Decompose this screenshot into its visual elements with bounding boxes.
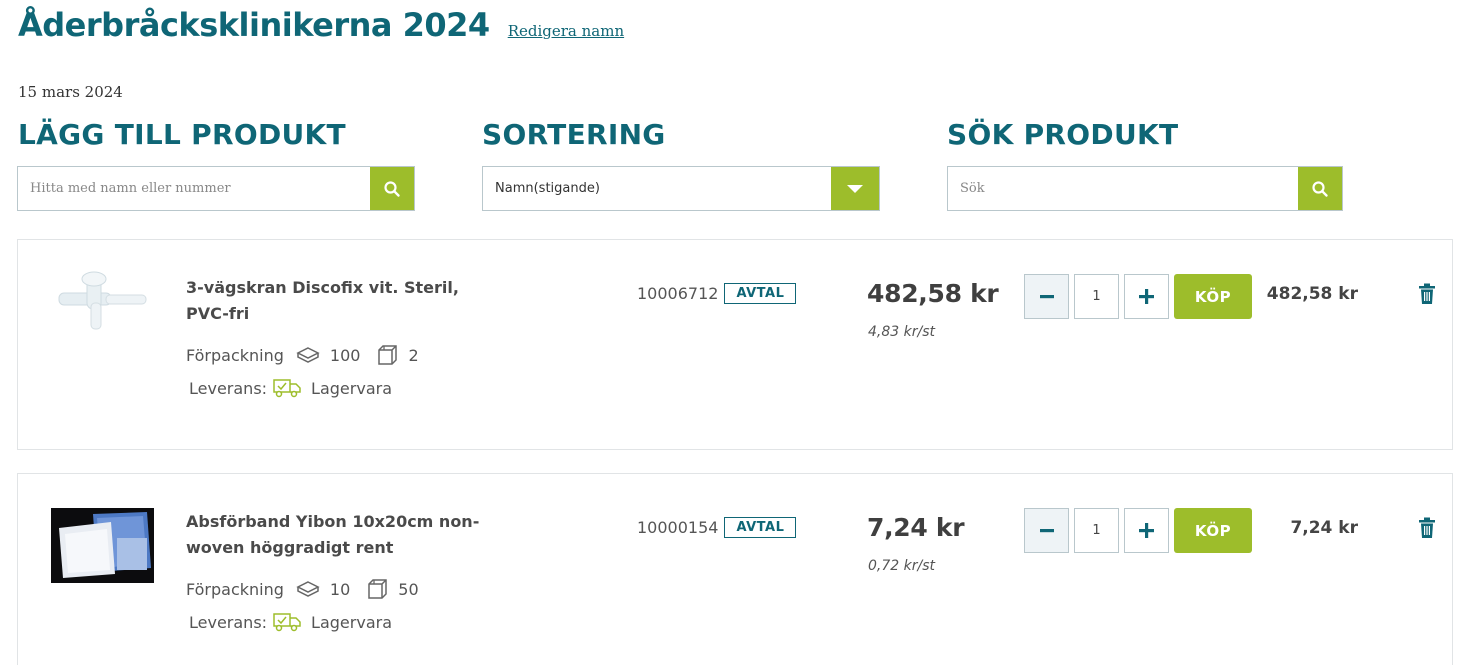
product-card: Absförband Yibon 10x20cm non-woven höggr… bbox=[17, 473, 1453, 665]
buy-button[interactable]: KÖP bbox=[1174, 274, 1252, 319]
product-image-stopcock bbox=[51, 265, 154, 340]
quantity-input[interactable] bbox=[1074, 274, 1119, 319]
packaging-info: Förpackning 100 2 bbox=[186, 344, 419, 366]
add-product-heading: LÄGG TILL PRODUKT bbox=[18, 118, 346, 151]
delivery-status: Lagervara bbox=[311, 612, 392, 632]
unit-price: 0,72 kr/st bbox=[868, 558, 935, 574]
minus-icon bbox=[1039, 294, 1054, 298]
edit-name-link[interactable]: Redigera namn bbox=[508, 22, 624, 40]
sorting-dropdown-button[interactable] bbox=[831, 167, 879, 210]
delivery-info: Leverans: Lagervara bbox=[189, 377, 392, 399]
pack-quantity: 100 bbox=[329, 345, 361, 365]
increase-quantity-button[interactable] bbox=[1124, 508, 1169, 553]
product-name[interactable]: Absförband Yibon 10x20cm non-woven höggr… bbox=[186, 509, 486, 561]
box-icon bbox=[376, 344, 398, 366]
plus-icon bbox=[1139, 523, 1154, 538]
add-product-input[interactable] bbox=[18, 167, 370, 210]
buy-button[interactable]: KÖP bbox=[1174, 508, 1252, 553]
product-name[interactable]: 3-vägskran Discofix vit. Steril, PVC-fri bbox=[186, 275, 486, 327]
unit-price: 4,83 kr/st bbox=[868, 324, 935, 340]
box-quantity: 2 bbox=[408, 345, 419, 365]
search-product-field bbox=[947, 166, 1343, 211]
product-image-dressing bbox=[51, 508, 154, 583]
article-number-row: 10000154 AVTAL bbox=[637, 517, 797, 538]
sorting-select[interactable]: Namn(stigande) bbox=[482, 166, 880, 211]
package-icon bbox=[296, 579, 320, 599]
agreement-badge: AVTAL bbox=[724, 283, 797, 304]
add-product-search-button[interactable] bbox=[370, 167, 414, 210]
packaging-info: Förpackning 10 50 bbox=[186, 578, 419, 600]
agreement-badge: AVTAL bbox=[724, 517, 797, 538]
product-card: 3-vägskran Discofix vit. Steril, PVC-fri… bbox=[17, 239, 1453, 450]
header: Åderbråcksklinikerna 2024 Redigera namn bbox=[18, 6, 624, 44]
list-date: 15 mars 2024 bbox=[18, 83, 123, 101]
trash-icon[interactable] bbox=[1418, 283, 1436, 305]
box-icon bbox=[366, 578, 388, 600]
delivery-info: Leverans: Lagervara bbox=[189, 611, 392, 633]
increase-quantity-button[interactable] bbox=[1124, 274, 1169, 319]
decrease-quantity-button[interactable] bbox=[1024, 274, 1069, 319]
product-price: 7,24 kr bbox=[867, 513, 965, 542]
line-total: 7,24 kr bbox=[1290, 518, 1358, 538]
pack-quantity: 10 bbox=[329, 579, 351, 599]
delivery-truck-icon bbox=[273, 377, 301, 399]
article-number-row: 10006712 AVTAL bbox=[637, 283, 797, 304]
delivery-label: Leverans: bbox=[189, 378, 268, 398]
article-number: 10000154 bbox=[637, 518, 719, 537]
search-product-button[interactable] bbox=[1298, 167, 1342, 210]
delivery-label: Leverans: bbox=[189, 612, 268, 632]
search-product-input[interactable] bbox=[948, 167, 1298, 210]
trash-icon[interactable] bbox=[1418, 517, 1436, 539]
packaging-label: Förpackning bbox=[186, 345, 284, 365]
add-product-field bbox=[17, 166, 415, 211]
packaging-label: Förpackning bbox=[186, 579, 284, 599]
box-quantity: 50 bbox=[398, 579, 419, 599]
sorting-selected-value: Namn(stigande) bbox=[495, 181, 600, 196]
product-price: 482,58 kr bbox=[867, 279, 999, 308]
delivery-status: Lagervara bbox=[311, 378, 392, 398]
line-total: 482,58 kr bbox=[1266, 284, 1358, 304]
delivery-truck-icon bbox=[273, 611, 301, 633]
search-icon bbox=[384, 180, 400, 197]
chevron-down-icon bbox=[847, 184, 863, 193]
package-icon bbox=[296, 345, 320, 365]
minus-icon bbox=[1039, 528, 1054, 532]
sorting-heading: SORTERING bbox=[482, 118, 666, 151]
search-icon bbox=[1312, 180, 1328, 197]
quantity-input[interactable] bbox=[1074, 508, 1119, 553]
page-title: Åderbråcksklinikerna 2024 bbox=[18, 6, 490, 44]
search-product-heading: SÖK PRODUKT bbox=[947, 118, 1179, 151]
decrease-quantity-button[interactable] bbox=[1024, 508, 1069, 553]
plus-icon bbox=[1139, 289, 1154, 304]
article-number: 10006712 bbox=[637, 284, 719, 303]
